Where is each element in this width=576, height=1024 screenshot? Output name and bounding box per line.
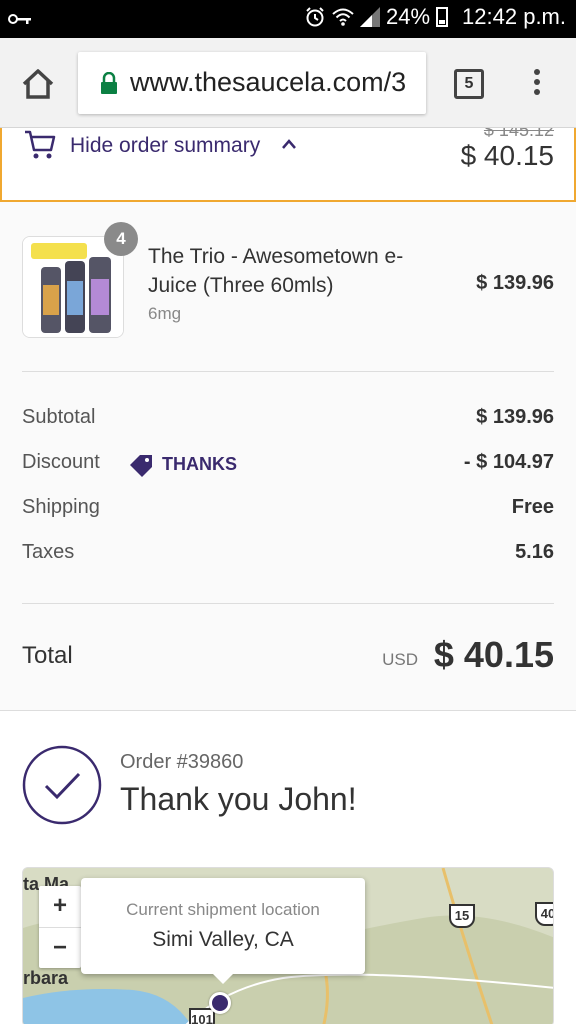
discount-row: Discount THANKS - $ 104.97 bbox=[22, 451, 554, 481]
url-text: www.thesaucela.com/3 bbox=[130, 67, 407, 97]
product-image bbox=[23, 237, 123, 337]
map-zoom-controls: + − bbox=[39, 886, 81, 968]
divider bbox=[22, 371, 554, 372]
location-caption: Current shipment location bbox=[126, 900, 320, 919]
address-bar[interactable]: www.thesaucela.com/3 bbox=[78, 52, 426, 114]
lock-icon bbox=[101, 72, 117, 94]
line-item: 4 The Trio - Awesometown e-Juice (Three … bbox=[22, 220, 554, 350]
location-city: Simi Valley, CA bbox=[152, 928, 294, 951]
home-icon[interactable] bbox=[18, 64, 58, 104]
battery-percent: 24% bbox=[386, 4, 431, 29]
signal-icon bbox=[360, 7, 380, 27]
status-right: 24% 12:42 p.m. bbox=[304, 4, 566, 30]
toggle-label: Hide order summary bbox=[70, 134, 261, 157]
browser-toolbar: www.thesaucela.com/3 5 bbox=[0, 38, 576, 128]
tab-switcher-button[interactable]: 5 bbox=[454, 69, 484, 99]
chevron-up-icon bbox=[282, 139, 296, 149]
discount-value: - $ 104.97 bbox=[463, 451, 554, 473]
shipping-value: Free bbox=[511, 496, 554, 518]
order-summary-toggle[interactable]: Hide order summary $ 145.12 $ 40.15 bbox=[0, 128, 576, 202]
total-label: Total bbox=[22, 642, 73, 669]
cart-icon bbox=[25, 130, 56, 159]
product-price: $ 139.96 bbox=[476, 272, 554, 294]
location-pin-icon[interactable] bbox=[209, 992, 231, 1014]
wifi-icon bbox=[332, 8, 354, 26]
zoom-out-button[interactable]: − bbox=[39, 927, 81, 968]
order-number: Order #39860 bbox=[120, 751, 244, 773]
product-name: The Trio - Awesometown e-Juice (Three 60… bbox=[148, 245, 404, 297]
discount-code: THANKS bbox=[162, 454, 237, 474]
divider bbox=[22, 603, 554, 604]
summary-price: $ 40.15 bbox=[460, 140, 554, 171]
taxes-label: Taxes bbox=[22, 541, 75, 563]
key-icon bbox=[8, 14, 31, 24]
zoom-in-button[interactable]: + bbox=[39, 886, 81, 927]
taxes-row: Taxes 5.16 bbox=[22, 541, 554, 571]
thank-you-heading: Thank you John! bbox=[120, 781, 357, 817]
confirmation-section: Order #39860 Thank you John! ta Ma rbara… bbox=[0, 710, 576, 1024]
alarm-icon bbox=[306, 7, 324, 27]
quantity-badge: 4 bbox=[104, 222, 138, 256]
battery-icon bbox=[436, 7, 449, 27]
tag-icon bbox=[130, 455, 152, 477]
taxes-value: 5.16 bbox=[515, 541, 554, 563]
clock: 12:42 p.m. bbox=[462, 4, 566, 29]
highway-shield: 40 bbox=[535, 902, 553, 926]
shipping-label: Shipping bbox=[22, 496, 100, 518]
checkout-page: 24% 12:42 p.m. www.thesaucela.com/3 5 Hi… bbox=[0, 0, 576, 1024]
checkmark-icon bbox=[22, 745, 102, 825]
total-amount: $ 40.15 bbox=[433, 634, 554, 675]
shipment-map[interactable]: ta Ma rbara 15 40 101 + − Current shipme… bbox=[22, 867, 554, 1024]
total-currency: USD bbox=[382, 650, 418, 669]
discount-label: Discount bbox=[22, 451, 100, 473]
total-row: Total USD $ 40.15 bbox=[22, 632, 554, 682]
subtotal-row: Subtotal $ 139.96 bbox=[22, 406, 554, 436]
product-variant: 6mg bbox=[148, 304, 182, 323]
subtotal-label: Subtotal bbox=[22, 406, 96, 428]
location-tooltip: Current shipment location Simi Valley, C… bbox=[81, 878, 365, 984]
shipping-row: Shipping Free bbox=[22, 496, 554, 526]
status-bar: 24% 12:42 p.m. bbox=[0, 0, 576, 38]
map-place-label: rbara bbox=[23, 968, 69, 988]
highway-shield: 15 bbox=[449, 904, 475, 928]
overflow-menu-icon[interactable] bbox=[532, 69, 542, 99]
subtotal-value: $ 139.96 bbox=[476, 406, 554, 428]
